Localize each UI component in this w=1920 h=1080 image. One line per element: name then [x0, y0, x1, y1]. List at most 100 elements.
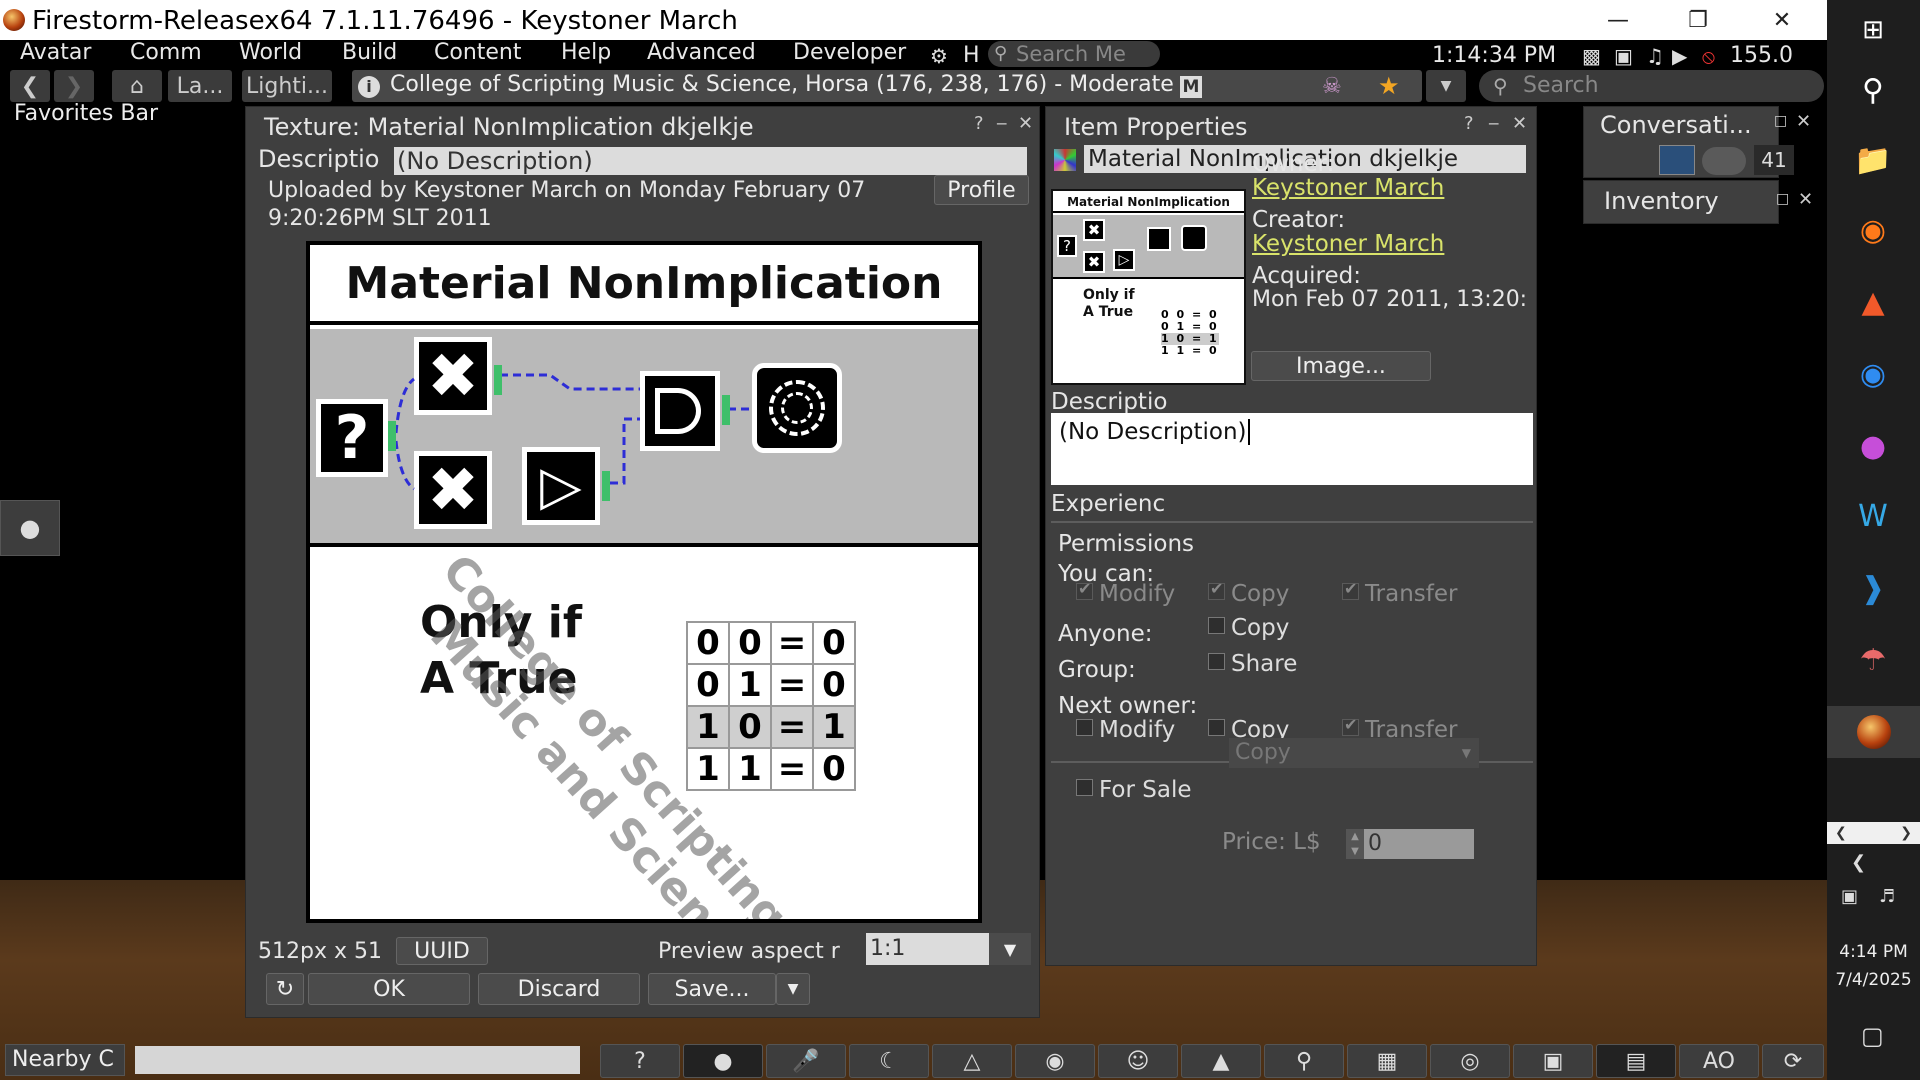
for-sale-checkbox[interactable]: For Sale [1076, 777, 1191, 803]
ok-button[interactable]: OK [308, 973, 470, 1005]
vscode-icon[interactable]: ❱ [1847, 562, 1899, 614]
volume-muted-icon[interactable]: ⦸ [1702, 44, 1715, 68]
windows-start-icon[interactable]: ⊞ [1847, 4, 1899, 56]
info-icon[interactable]: i [358, 76, 380, 98]
next-owner-modify-checkbox[interactable]: Modify [1076, 717, 1175, 743]
save-button[interactable]: Save... [648, 973, 776, 1005]
menu-build[interactable]: Build [342, 40, 397, 65]
discard-button[interactable]: Discard [478, 973, 640, 1005]
owner-link[interactable]: Keystoner March [1252, 175, 1444, 201]
taskbar-scroller[interactable]: ❮ ❯ [1827, 822, 1920, 844]
camera-icon[interactable]: ▩ [1582, 44, 1601, 68]
voice-toolbar-button[interactable]: 🎤 [766, 1044, 846, 1078]
uuid-button[interactable]: UUID [396, 937, 488, 965]
close-window-button[interactable]: ✕ [1762, 4, 1802, 36]
menu-advanced[interactable]: Advanced [647, 40, 756, 65]
chat-bubble-icon[interactable] [1702, 147, 1746, 175]
minimize-button[interactable]: ‒ [1488, 113, 1499, 134]
description-input[interactable]: (No Description) [394, 147, 1027, 175]
monitor-icon[interactable]: ▣ [1614, 44, 1633, 68]
search-icon[interactable]: ⚲ [1847, 64, 1899, 116]
taskbar-date[interactable]: 7/4/2025 [1827, 970, 1920, 990]
help-button[interactable]: ? [1464, 113, 1474, 134]
landmarks-button[interactable]: La... [168, 70, 232, 102]
aspect-dropdown-button[interactable]: ▼ [989, 933, 1031, 965]
menu-comm[interactable]: Comm [130, 40, 202, 65]
move-toolbar-button[interactable]: △ [932, 1044, 1012, 1078]
menu-help[interactable]: Help [561, 40, 611, 65]
close-button[interactable]: ✕ [1796, 111, 1811, 132]
conversation-thumbnail[interactable] [1659, 145, 1695, 175]
back-button[interactable]: ❮ [10, 70, 50, 102]
help-toolbar-button[interactable]: ? [600, 1044, 680, 1078]
minimize-window-button[interactable]: — [1598, 4, 1638, 36]
snapshot-toolbar-button[interactable]: ▣ [1513, 1044, 1593, 1078]
chevron-left-icon[interactable]: ❮ [1851, 852, 1866, 873]
minimap-button[interactable]: ● [0, 500, 60, 556]
search-toolbar-button[interactable]: ⚲ [1264, 1044, 1344, 1078]
undock-icon[interactable]: □ [1776, 191, 1789, 207]
price-label: Price: L$ [1222, 829, 1321, 855]
inventory-floater[interactable]: Inventory □ ✕ [1583, 180, 1813, 224]
conversation-count[interactable]: 41 [1754, 145, 1794, 175]
minimize-button[interactable]: ‒ [996, 113, 1007, 134]
close-button[interactable]: ✕ [1512, 113, 1527, 134]
conversations-floater[interactable]: Conversati... □ ✕ 41 [1583, 106, 1811, 178]
appearance-toolbar-button[interactable]: ▲ [1181, 1044, 1261, 1078]
network-icon[interactable]: ▣ [1841, 886, 1858, 907]
menu-search-input[interactable]: ⚲ Search Me [988, 41, 1160, 67]
map-toolbar-button[interactable]: ▦ [1347, 1044, 1427, 1078]
firefox-dev-icon[interactable]: ◉ [1847, 348, 1899, 400]
menu-world[interactable]: World [239, 40, 302, 65]
brave-icon[interactable]: ▲ [1847, 276, 1899, 328]
ao-toolbar-button[interactable]: AO [1679, 1044, 1759, 1078]
nearby-chat-button[interactable]: Nearby C [5, 1044, 125, 1076]
search-input[interactable]: ⚲ Search [1479, 70, 1824, 102]
taskbar-time[interactable]: 4:14 PM [1827, 942, 1920, 962]
forward-button[interactable]: ❯ [54, 70, 94, 102]
item-thumbnail[interactable]: Material NonImplication ? ✖ ✖ ▷ Only if … [1051, 189, 1246, 385]
radar-toolbar-button[interactable]: ◎ [1430, 1044, 1510, 1078]
windsurf-icon[interactable]: W [1847, 490, 1899, 542]
location-dropdown-button[interactable]: ▼ [1426, 70, 1466, 102]
description-textarea[interactable]: (No Description) [1051, 413, 1533, 485]
music-icon[interactable]: ♫ [1646, 44, 1664, 68]
radar-icon: ◎ [1460, 1048, 1480, 1074]
umbrella-app-icon[interactable]: ☂ [1847, 634, 1899, 686]
lighting-button[interactable]: Lighti... [242, 70, 332, 102]
inventory-toolbar-button[interactable]: ▤ [1596, 1044, 1676, 1078]
fps-toolbar-button[interactable]: ⟳ [1762, 1044, 1824, 1078]
chat-toolbar-button[interactable]: ● [683, 1044, 763, 1078]
close-button[interactable]: ✕ [1018, 113, 1033, 134]
menu-avatar[interactable]: Avatar [20, 40, 91, 65]
anyone-copy-checkbox[interactable]: Copy [1208, 615, 1289, 641]
image-button[interactable]: Image... [1251, 351, 1431, 381]
firefox-icon[interactable]: ◉ [1847, 204, 1899, 256]
file-explorer-icon[interactable]: 📁 [1847, 134, 1899, 186]
volume-icon[interactable]: ♬ [1879, 886, 1895, 907]
texture-icon [1054, 149, 1076, 171]
home-button[interactable]: ⌂ [112, 70, 162, 102]
mask-app-icon[interactable]: ● [1847, 420, 1899, 472]
group-share-checkbox[interactable]: Share [1208, 651, 1297, 677]
close-button[interactable]: ✕ [1798, 189, 1813, 210]
firestorm-taskbar-icon[interactable] [1827, 706, 1920, 758]
menu-content[interactable]: Content [434, 40, 522, 65]
people-toolbar-button[interactable]: ☺ [1098, 1044, 1178, 1078]
profile-button[interactable]: Profile [934, 175, 1029, 205]
notifications-icon[interactable]: ▢ [1861, 1022, 1884, 1050]
camera-toolbar-button[interactable]: ◉ [1015, 1044, 1095, 1078]
balance-display[interactable]: 155.0 [1730, 43, 1793, 68]
creator-link[interactable]: Keystoner March [1252, 231, 1444, 257]
menu-developer[interactable]: Developer [793, 40, 906, 65]
chat-input[interactable] [135, 1046, 580, 1074]
help-button[interactable]: ? [974, 113, 984, 134]
speak-toolbar-button[interactable]: ☾ [849, 1044, 929, 1078]
refresh-button[interactable]: ↻ [266, 973, 304, 1005]
save-dropdown-button[interactable]: ▼ [776, 973, 810, 1005]
star-icon[interactable]: ★ [1378, 72, 1400, 100]
media-icon[interactable]: ▶ [1672, 44, 1687, 68]
undock-icon[interactable]: □ [1774, 113, 1787, 129]
restore-window-button[interactable]: ❐ [1678, 4, 1718, 36]
bug-icon[interactable]: ⚙ [930, 44, 948, 68]
